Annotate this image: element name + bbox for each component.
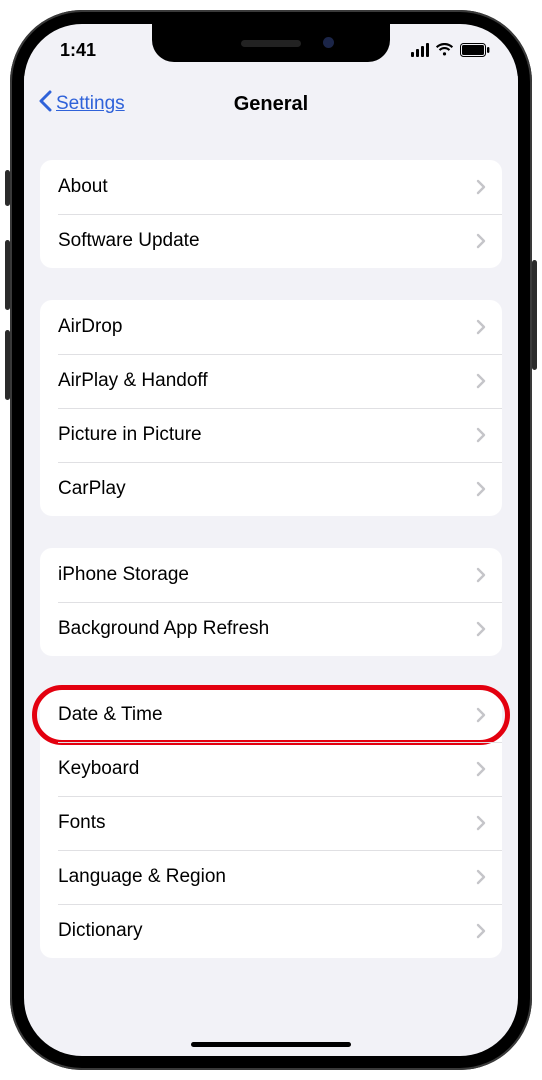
settings-row-iphone-storage[interactable]: iPhone Storage xyxy=(40,548,502,602)
status-time: 1:41 xyxy=(60,40,96,61)
settings-row-label: iPhone Storage xyxy=(58,564,189,586)
settings-row-label: Fonts xyxy=(58,812,106,834)
chevron-right-icon xyxy=(476,179,486,195)
chevron-right-icon xyxy=(476,427,486,443)
settings-row-label: Software Update xyxy=(58,230,200,252)
wifi-icon xyxy=(435,43,454,57)
settings-row-fonts[interactable]: Fonts xyxy=(40,796,502,850)
settings-row-keyboard[interactable]: Keyboard xyxy=(40,742,502,796)
chevron-left-icon xyxy=(38,90,52,118)
settings-row-carplay[interactable]: CarPlay xyxy=(40,462,502,516)
settings-row-date-time[interactable]: Date & Time xyxy=(40,688,502,742)
settings-row-label: About xyxy=(58,176,108,198)
settings-row-dictionary[interactable]: Dictionary xyxy=(40,904,502,958)
home-indicator[interactable] xyxy=(191,1042,351,1047)
settings-list[interactable]: About Software Update AirDrop AirPlay & Han… xyxy=(24,132,518,1056)
settings-row-label: Background App Refresh xyxy=(58,618,269,640)
settings-group: About Software Update xyxy=(40,160,502,268)
settings-row-label: Keyboard xyxy=(58,758,139,780)
settings-row-label: CarPlay xyxy=(58,478,126,500)
chevron-right-icon xyxy=(476,567,486,583)
settings-row-label: Picture in Picture xyxy=(58,424,202,446)
settings-group: AirDrop AirPlay & Handoff Picture in Pictu… xyxy=(40,300,502,516)
settings-row-picture-in-picture[interactable]: Picture in Picture xyxy=(40,408,502,462)
settings-group: Date & Time Keyboard Fonts Language & Regio… xyxy=(40,688,502,958)
chevron-right-icon xyxy=(476,319,486,335)
settings-row-label: AirPlay & Handoff xyxy=(58,370,208,392)
battery-icon xyxy=(460,43,490,57)
settings-row-software-update[interactable]: Software Update xyxy=(40,214,502,268)
chevron-right-icon xyxy=(476,761,486,777)
chevron-right-icon xyxy=(476,869,486,885)
settings-row-about[interactable]: About xyxy=(40,160,502,214)
settings-group: iPhone Storage Background App Refresh xyxy=(40,548,502,656)
notch xyxy=(152,24,390,62)
settings-row-label: AirDrop xyxy=(58,316,122,338)
chevron-right-icon xyxy=(476,481,486,497)
settings-row-background-app-refresh[interactable]: Background App Refresh xyxy=(40,602,502,656)
chevron-right-icon xyxy=(476,373,486,389)
back-label: Settings xyxy=(56,93,125,115)
settings-row-label: Dictionary xyxy=(58,920,142,942)
back-button[interactable]: Settings xyxy=(38,76,125,132)
power-button xyxy=(532,260,537,370)
nav-bar: Settings General xyxy=(24,76,518,132)
volume-up-button xyxy=(5,240,10,310)
settings-row-airdrop[interactable]: AirDrop xyxy=(40,300,502,354)
settings-row-language-region[interactable]: Language & Region xyxy=(40,850,502,904)
volume-down-button xyxy=(5,330,10,400)
settings-row-label: Date & Time xyxy=(58,704,163,726)
screen: 1:41 Settings General About Software Upda… xyxy=(24,24,518,1056)
settings-row-airplay-handoff[interactable]: AirPlay & Handoff xyxy=(40,354,502,408)
chevron-right-icon xyxy=(476,923,486,939)
chevron-right-icon xyxy=(476,815,486,831)
chevron-right-icon xyxy=(476,707,486,723)
front-camera xyxy=(323,37,334,48)
settings-row-label: Language & Region xyxy=(58,866,226,888)
mute-switch xyxy=(5,170,10,206)
cellular-signal-icon xyxy=(411,43,429,57)
phone-frame: 1:41 Settings General About Software Upda… xyxy=(10,10,532,1070)
page-title: General xyxy=(234,93,308,116)
speaker-grille xyxy=(241,40,301,47)
chevron-right-icon xyxy=(476,621,486,637)
chevron-right-icon xyxy=(476,233,486,249)
